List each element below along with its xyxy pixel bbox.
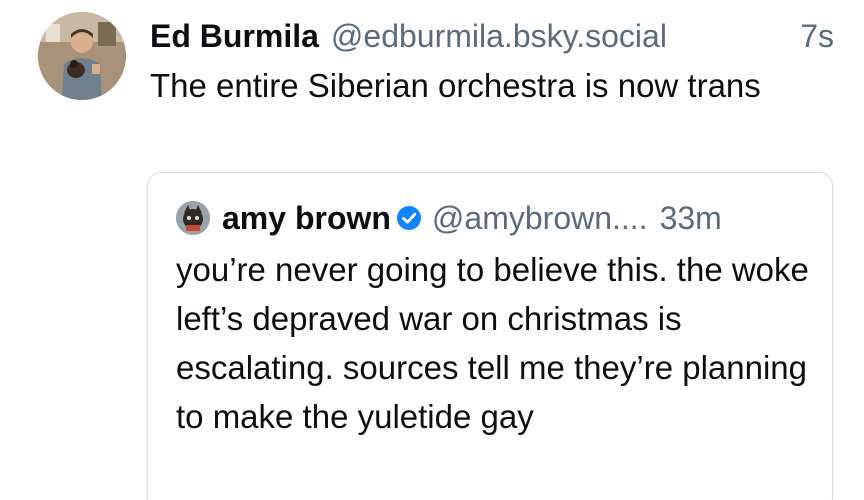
post-header: Ed Burmila @edburmila.bsky.social 7s <box>150 14 834 58</box>
author-handle[interactable]: @edburmila.bsky.social <box>331 14 667 58</box>
post-text: The entire Siberian orchestra is now tra… <box>150 67 761 104</box>
post-card[interactable]: Ed Burmila @edburmila.bsky.social 7s The… <box>0 0 864 500</box>
quoted-author-handle[interactable]: @amybrown.... <box>432 195 648 241</box>
author-display-name[interactable]: Ed Burmila <box>150 14 319 58</box>
verified-check-badge-icon[interactable] <box>396 205 422 231</box>
quoted-author-avatar[interactable] <box>176 201 210 235</box>
quoted-post-text: you’re never going to believe this. the … <box>176 251 809 435</box>
author-avatar[interactable] <box>38 12 126 100</box>
quoted-post-timestamp[interactable]: 33m <box>660 195 722 241</box>
post-timestamp[interactable]: 7s <box>800 14 834 58</box>
quoted-post-card[interactable]: amy brown @amybrown.... 33m you’re never… <box>147 172 833 500</box>
quoted-author-display-name[interactable]: amy brown <box>222 195 391 241</box>
quoted-post-header: amy brown @amybrown.... 33m <box>176 195 808 241</box>
